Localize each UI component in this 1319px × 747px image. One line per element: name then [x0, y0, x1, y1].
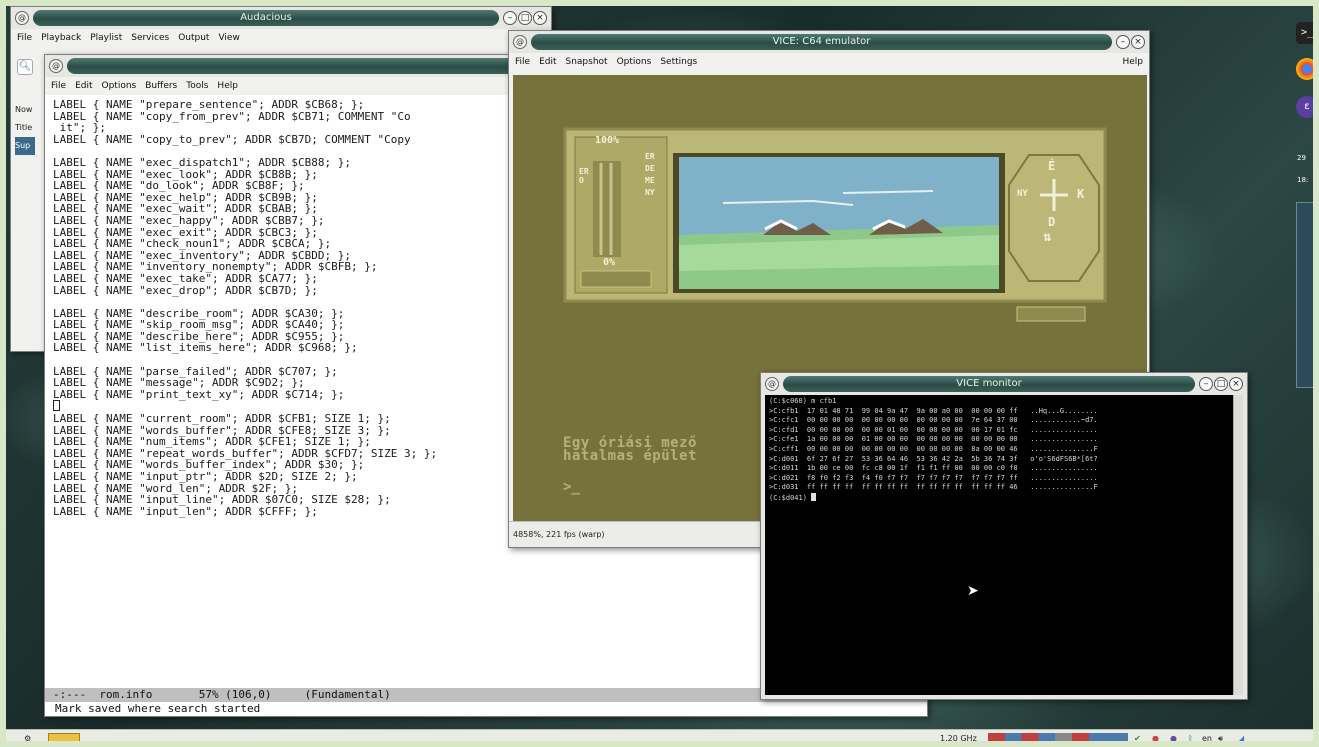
window-menu-icon[interactable]: @: [513, 35, 527, 49]
text-cursor: [53, 400, 60, 412]
menu-playlist[interactable]: Playlist: [90, 33, 122, 43]
compass-box: [1016, 306, 1086, 322]
system-monitor-widget: [1296, 202, 1318, 388]
audacious-title: Audacious: [33, 10, 499, 26]
window-menu-icon[interactable]: @: [765, 377, 779, 391]
menu-playback[interactable]: Playback: [41, 33, 81, 43]
window-menu-icon[interactable]: @: [15, 11, 29, 25]
window-menu-icon[interactable]: @: [49, 59, 63, 73]
updown-arrows-icon: ⇅: [1043, 229, 1052, 245]
menu-buffers[interactable]: Buffers: [145, 81, 177, 91]
close-button[interactable]: ×: [533, 11, 547, 25]
update-icon[interactable]: ●: [1152, 733, 1159, 745]
monitor-line: >C:d031 ff ff ff ff ff ff ff ff ff ff ff…: [769, 483, 1098, 492]
monitor-line: >C:d001 6f 27 6f 27 53 36 64 46 53 36 42…: [769, 454, 1098, 463]
menu-edit[interactable]: Edit: [539, 57, 556, 67]
gauge-bottom-label: 0%: [603, 257, 616, 268]
menu-settings[interactable]: Settings: [660, 57, 697, 67]
menu-edit[interactable]: Edit: [75, 81, 92, 91]
sky: [679, 157, 999, 235]
menu-help[interactable]: Help: [217, 81, 238, 91]
monitor-line: >C:cfd1 00 00 00 00 00 00 01 00 00 00 00…: [769, 425, 1098, 434]
column-now[interactable]: Now: [15, 101, 35, 119]
menu-tools[interactable]: Tools: [186, 81, 208, 91]
menu-view[interactable]: View: [218, 33, 239, 43]
game-description: Egy óriási mező hatalmas épület: [563, 436, 697, 464]
terminal-launcher-icon[interactable]: >_: [1296, 22, 1318, 44]
game-input-prompt[interactable]: >_: [563, 479, 580, 495]
gauge-side-label2: ERDEMENY: [645, 152, 655, 197]
monitor-line: >C:d011 1b 00 ce 00 fc c8 00 1f f1 f1 ff…: [769, 464, 1098, 473]
monitor-line: (C:$d041): [769, 492, 1229, 504]
close-button[interactable]: ×: [1131, 35, 1145, 49]
menu-snapshot[interactable]: Snapshot: [566, 57, 608, 67]
menu-help[interactable]: Help: [1122, 57, 1143, 67]
playlist-columns: Now Title Sup: [15, 101, 35, 155]
network-icon[interactable]: ✔: [1134, 733, 1141, 745]
emacs-minibuffer[interactable]: Mark saved where search started: [45, 702, 927, 716]
menu-services[interactable]: Services: [131, 33, 169, 43]
compass-south: D: [1048, 215, 1056, 229]
vice-titlebar[interactable]: @ VICE: C64 emulator – ×: [509, 31, 1149, 53]
vice-menubar: File Edit Snapshot Options Settings Help: [509, 53, 1149, 71]
monitor-line: >C:cfb1 17 01 48 71 99 04 9a 47 9a 00 a0…: [769, 406, 1098, 415]
compass-west: NY: [1017, 189, 1028, 199]
app-icon[interactable]: ●: [1170, 733, 1177, 745]
files-icon[interactable]: [48, 733, 80, 745]
monitor-terminal[interactable]: (C:$c060) m cfb1 >C:cfb1 17 01 48 71 99 0…: [765, 395, 1233, 695]
gauge-box: [580, 270, 652, 288]
audacious-titlebar[interactable]: @ Audacious – □ ×: [11, 7, 551, 29]
cpu-freq: 1.20 GHz: [940, 734, 977, 743]
minimize-button[interactable]: –: [503, 11, 517, 25]
column-title[interactable]: Title: [15, 119, 35, 137]
monitor-titlebar[interactable]: @ VICE monitor – □ ×: [761, 373, 1247, 395]
emacs-launcher-icon[interactable]: ε: [1296, 96, 1318, 118]
chrome-icon[interactable]: [1296, 58, 1318, 80]
gauge-bar: [593, 161, 621, 257]
monitor-line: >C:d021 f8 f0 f2 f3 f4 f0 f7 f7 f7 f7 f7…: [769, 473, 1098, 482]
minimize-button[interactable]: –: [1116, 35, 1130, 49]
audacious-menubar: File Playback Playlist Services Output V…: [11, 29, 551, 47]
clock-time: 18:: [1297, 176, 1309, 184]
game-text-line-2: hatalmas épület: [563, 448, 697, 464]
monitor-line: >C:cfc1 00 00 00 00 00 00 00 00 00 00 00…: [769, 416, 1098, 425]
compass-north: É: [1048, 159, 1056, 173]
taskbar-buttons[interactable]: [988, 733, 1128, 745]
maximize-button[interactable]: □: [518, 11, 532, 25]
maximize-button[interactable]: □: [1214, 377, 1228, 391]
volume-icon[interactable]: 🔊︎: [1218, 733, 1223, 745]
gauge-top-label: 100%: [595, 135, 620, 146]
monitor-line: >C:cfe1 1a 00 00 00 01 00 00 00 00 00 00…: [769, 435, 1098, 444]
gauge-side-label: ERO: [579, 167, 589, 185]
terminal-cursor: [811, 492, 817, 501]
menu-output[interactable]: Output: [178, 33, 209, 43]
monitor-scrollbar[interactable]: [1233, 395, 1243, 695]
menu-file[interactable]: File: [515, 57, 530, 67]
bottom-panel: ⚙ 1.20 GHz ✔ ● ● ᛒ en 🔊︎ ◢: [6, 729, 1313, 747]
monitor-line: (C:$c060) m cfb1: [769, 397, 837, 405]
right-dock: >_ ε 29 18:: [1294, 16, 1319, 390]
search-icon[interactable]: 🔍︎: [17, 59, 33, 75]
menu-file[interactable]: File: [51, 81, 66, 91]
bluetooth-icon[interactable]: ᛒ: [1188, 733, 1193, 745]
menu-options[interactable]: Options: [102, 81, 137, 91]
close-button[interactable]: ×: [1229, 377, 1243, 391]
menu-options[interactable]: Options: [617, 57, 652, 67]
clock-date: 29: [1297, 154, 1306, 162]
mouse-pointer-icon: ➤: [967, 583, 979, 599]
compass-east: K: [1077, 187, 1085, 201]
vice-title: VICE: C64 emulator: [531, 34, 1112, 50]
playlist-row-selected[interactable]: Sup: [15, 137, 35, 155]
keyboard-language[interactable]: en: [1202, 733, 1212, 745]
monitor-title: VICE monitor: [783, 376, 1195, 392]
battery-icon[interactable]: ◢: [1238, 733, 1244, 745]
menu-file[interactable]: File: [17, 33, 32, 43]
menu-gear-icon[interactable]: ⚙: [24, 733, 31, 745]
vice-monitor-window[interactable]: @ VICE monitor – □ × (C:$c060) m cfb1 >C:…: [760, 372, 1248, 700]
monitor-line: >C:cff1 00 00 00 00 00 00 00 00 00 00 00…: [769, 444, 1098, 453]
minimize-button[interactable]: –: [1199, 377, 1213, 391]
